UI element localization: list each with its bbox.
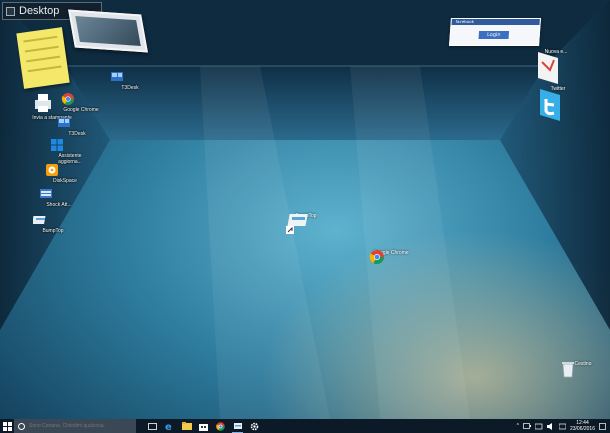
store-icon bbox=[199, 423, 208, 431]
bumptop-icon bbox=[286, 214, 308, 234]
taskbar-apps: e bbox=[144, 419, 263, 433]
task-view-icon bbox=[148, 422, 157, 430]
taskbar-settings[interactable] bbox=[246, 419, 263, 433]
bumptop-icon bbox=[233, 423, 242, 429]
icon-label: BumpTop bbox=[42, 228, 64, 234]
desktop-icon-nuovo-email[interactable]: Nuova e... bbox=[534, 48, 578, 84]
volume-icon[interactable] bbox=[546, 422, 555, 430]
t3desk-icon bbox=[58, 116, 84, 130]
sticky-note[interactable] bbox=[16, 27, 70, 89]
taskbar-file-explorer[interactable] bbox=[178, 419, 195, 433]
start-button[interactable] bbox=[0, 419, 14, 433]
windows-logo-icon bbox=[2, 421, 12, 431]
icon-label: Google Chrome bbox=[63, 107, 99, 113]
twitter-icon bbox=[540, 89, 560, 121]
task-view-button[interactable] bbox=[144, 419, 161, 433]
desktop-icon-assistente[interactable]: Assistente aggiorna... bbox=[50, 138, 90, 165]
svg-text:e: e bbox=[165, 422, 172, 431]
desktop-icon-google-chrome-left[interactable]: Google Chrome bbox=[61, 92, 101, 113]
search-input[interactable] bbox=[29, 423, 129, 429]
keyboard-icon[interactable] bbox=[558, 423, 566, 430]
mail-icon bbox=[538, 52, 558, 84]
icon-label: DiskSpace bbox=[53, 178, 77, 184]
bumptop-3d-desktop[interactable]: Desktop facebook Login T3Desk Invia a st… bbox=[0, 0, 610, 419]
chrome-icon bbox=[369, 250, 384, 264]
windows-icon bbox=[51, 138, 77, 152]
diskspace-icon bbox=[46, 163, 72, 177]
edge-icon: e bbox=[165, 422, 172, 431]
system-tray: ^ 12:44 23/06/2016 bbox=[517, 419, 606, 433]
shock-icon bbox=[40, 187, 66, 201]
battery-icon[interactable] bbox=[523, 423, 531, 429]
cortana-search-box[interactable] bbox=[14, 419, 136, 433]
taskbar-store[interactable] bbox=[195, 419, 212, 433]
notifications-icon[interactable] bbox=[599, 422, 606, 430]
desktop-icon-twitter[interactable]: Twitter bbox=[536, 85, 580, 121]
icon-label: T3Desk bbox=[121, 85, 139, 91]
desktop-icon-google-chrome-center[interactable]: Google Chrome bbox=[369, 249, 413, 264]
widget-header: facebook bbox=[451, 19, 540, 25]
printer-icon bbox=[35, 92, 63, 114]
chrome-icon bbox=[216, 421, 225, 431]
desktop-icon-t3desk-top[interactable]: T3Desk bbox=[110, 70, 150, 91]
network-icon[interactable] bbox=[534, 423, 543, 430]
icon-label: T3Desk bbox=[68, 131, 86, 137]
desktop-icon-bumptop-center[interactable]: BumpTop bbox=[284, 212, 328, 234]
desktop-icon-diskspace[interactable]: DiskSpace bbox=[45, 163, 85, 184]
chevron-up-icon[interactable]: ^ bbox=[517, 423, 519, 429]
taskbar: e ^ 12:44 23/06/2016 bbox=[0, 419, 610, 433]
cortana-icon bbox=[18, 422, 25, 430]
folder-icon bbox=[181, 422, 192, 430]
bumptop-icon bbox=[33, 213, 60, 227]
taskbar-bumptop[interactable] bbox=[229, 419, 246, 433]
icon-label: Shock Att... bbox=[46, 202, 72, 208]
gear-icon bbox=[250, 422, 259, 430]
room-walls bbox=[0, 0, 610, 419]
desktop-icon-t3desk-left[interactable]: T3Desk bbox=[57, 116, 97, 137]
desktop-icon-bumptop-left[interactable]: BumpTop bbox=[33, 213, 73, 234]
desktop-menu-icon[interactable] bbox=[6, 7, 15, 16]
chrome-icon bbox=[61, 92, 88, 106]
taskbar-chrome[interactable] bbox=[212, 419, 229, 433]
clock-date: 23/06/2016 bbox=[569, 426, 595, 432]
clock[interactable]: 12:44 23/06/2016 bbox=[570, 420, 595, 432]
picture-frame[interactable] bbox=[68, 9, 148, 53]
desktop-icon-cestino[interactable]: Cestino bbox=[561, 360, 605, 378]
facebook-login-widget[interactable]: facebook Login bbox=[449, 18, 541, 46]
t3desk-icon bbox=[111, 70, 137, 84]
desktop-title: Desktop bbox=[19, 5, 60, 17]
login-button[interactable]: Login bbox=[478, 31, 510, 39]
taskbar-edge[interactable]: e bbox=[161, 419, 178, 433]
recycle-bin-icon bbox=[562, 362, 574, 378]
desktop-icon-shock-att[interactable]: Shock Att... bbox=[39, 187, 79, 208]
